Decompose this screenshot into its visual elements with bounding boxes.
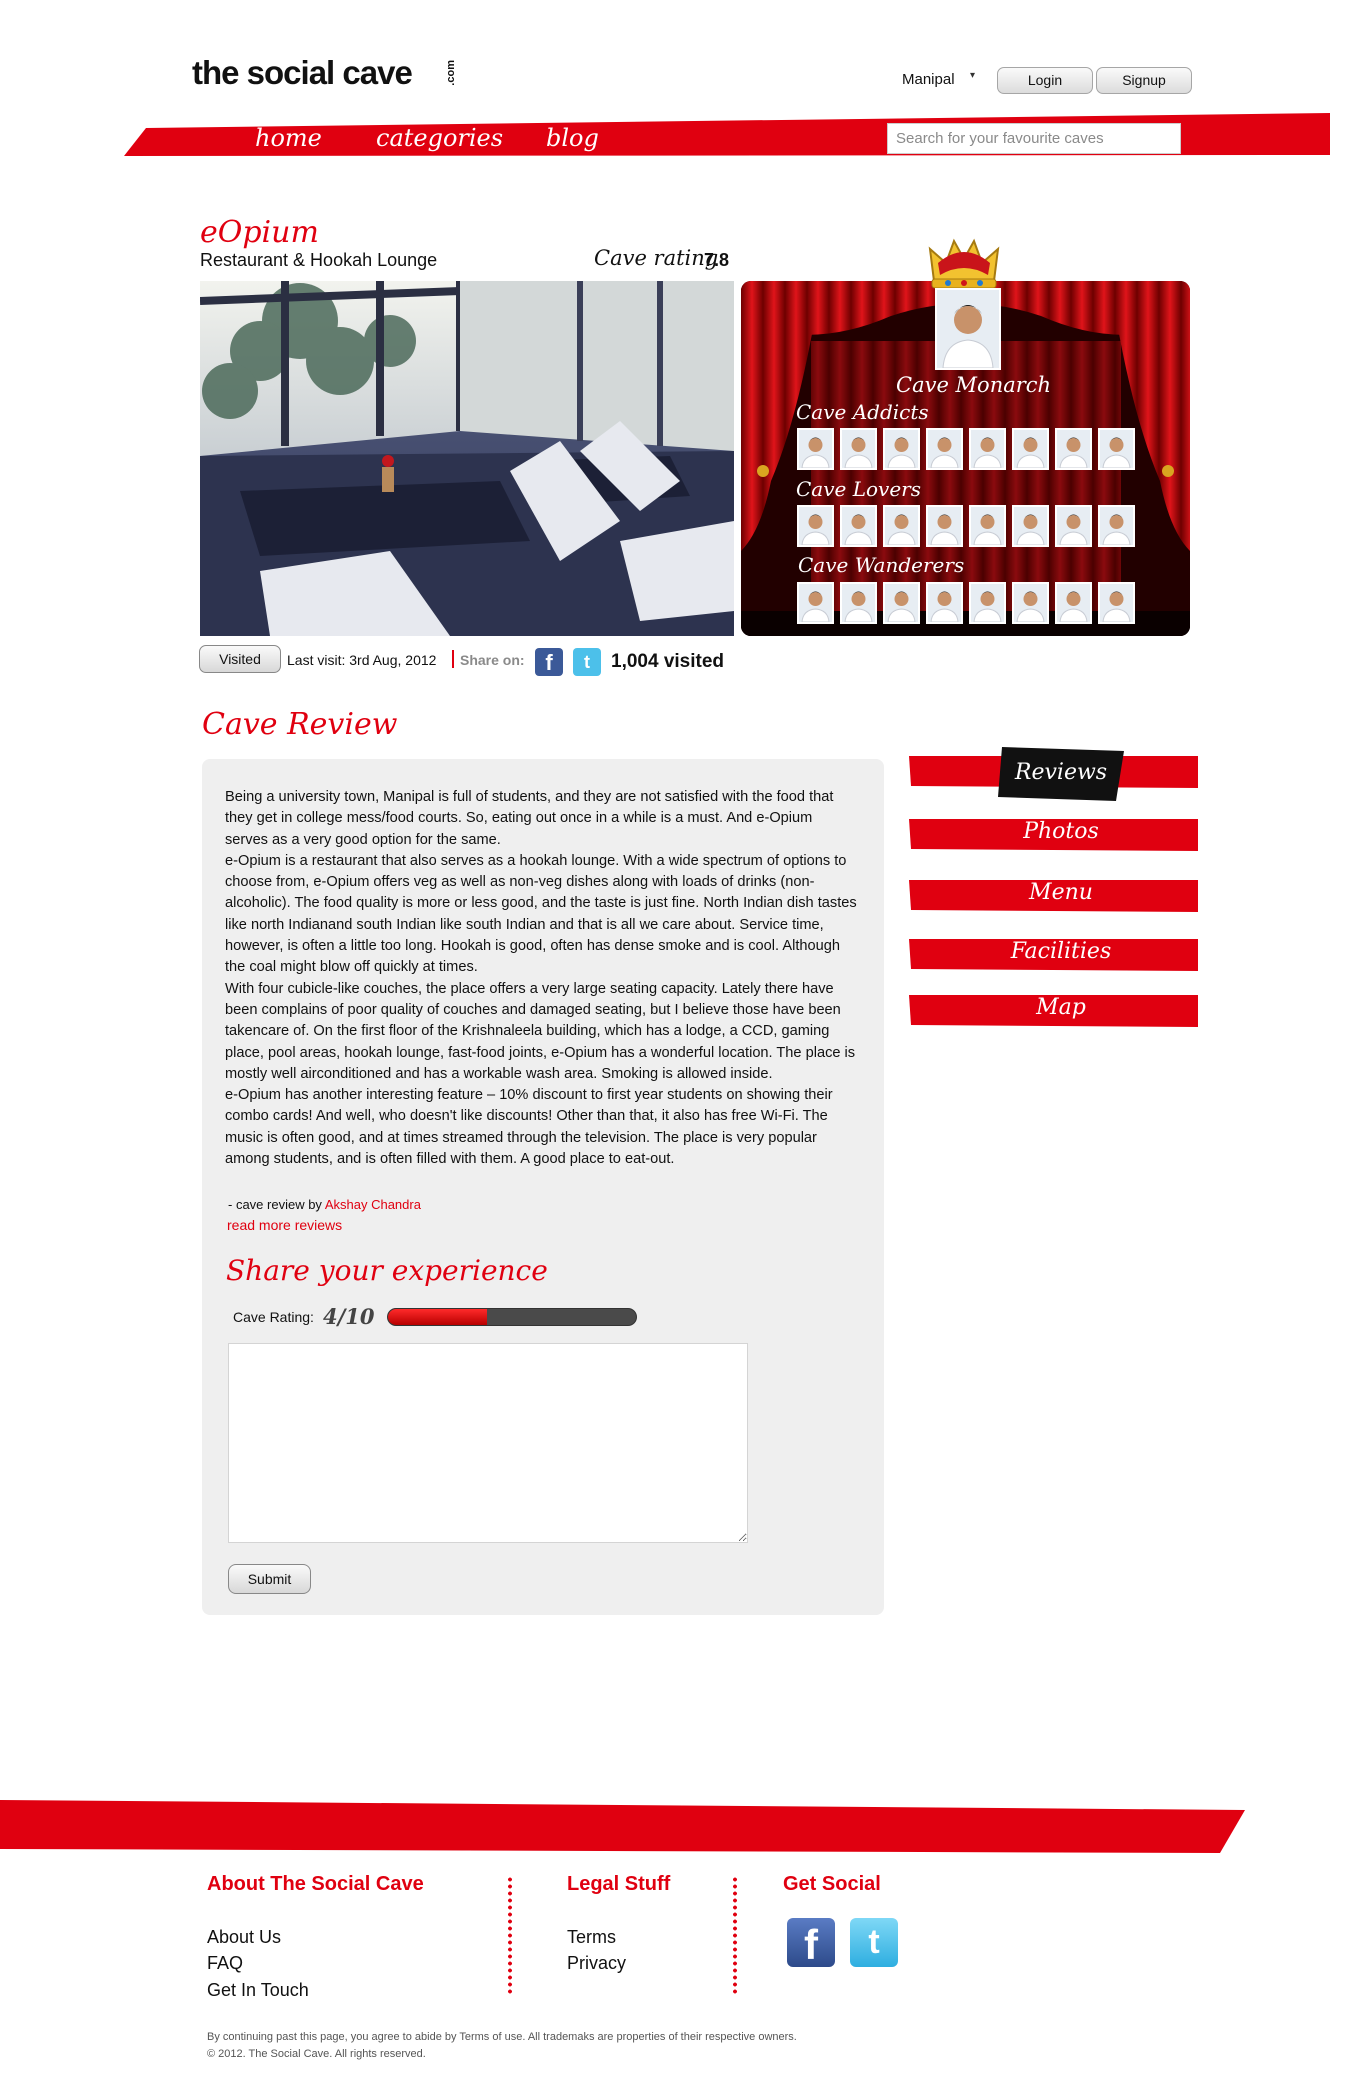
cave-wanderers-avatars (797, 582, 1137, 624)
cave-lovers-avatars (797, 505, 1137, 547)
twitter-share-icon[interactable]: t (573, 648, 601, 676)
tab-map[interactable]: Map (909, 995, 1213, 1020)
restaurant-interior-image (200, 281, 734, 636)
review-paragraph: With four cubicle-like couches, the plac… (225, 980, 856, 1082)
tab-facilities[interactable]: Facilities (909, 939, 1213, 964)
crown-icon (928, 238, 1000, 289)
member-avatar[interactable] (926, 428, 963, 470)
site-logo[interactable]: the social cave (192, 54, 413, 92)
cave-type: Restaurant & Hookah Lounge (200, 250, 438, 270)
member-avatar[interactable] (797, 582, 834, 624)
member-avatar[interactable] (1055, 505, 1092, 547)
last-visit-text: Last visit: 3rd Aug, 2012 (287, 652, 437, 668)
share-experience-heading: Share your experience (226, 1254, 548, 1287)
member-avatar[interactable] (1098, 428, 1135, 470)
member-avatar[interactable] (926, 505, 963, 547)
footer-social-heading: Get Social (783, 1873, 881, 1895)
review-body: Being a university town, Manipal is full… (225, 787, 859, 1170)
member-avatar[interactable] (1098, 582, 1135, 624)
member-avatar[interactable] (1055, 428, 1092, 470)
visited-count: 1,004 visited (611, 651, 725, 672)
tab-photos[interactable]: Photos (909, 819, 1213, 844)
member-avatar[interactable] (969, 428, 1006, 470)
review-paragraph: Being a university town, Manipal is full… (225, 789, 834, 848)
review-attribution: - cave review by Akshay Chandra (228, 1197, 421, 1212)
monarch-avatar[interactable] (935, 288, 1001, 370)
caret-down-icon[interactable]: ▾ (970, 70, 975, 81)
member-avatar[interactable] (1055, 582, 1092, 624)
footer-divider (733, 1876, 737, 1994)
nav-blog-link[interactable]: blog (546, 124, 599, 152)
cave-monarch-label: Cave Monarch (896, 373, 1052, 397)
member-avatar[interactable] (840, 582, 877, 624)
cave-rating-slider-fill (388, 1309, 488, 1325)
read-more-reviews-link[interactable]: read more reviews (227, 1217, 342, 1233)
cave-rating-input-value: 4/10 (323, 1304, 375, 1329)
cave-lovers-label: Cave Lovers (796, 477, 921, 501)
footer-about-heading: About The Social Cave (207, 1873, 424, 1895)
member-avatar[interactable] (969, 505, 1006, 547)
city-selector[interactable]: Manipal (902, 71, 955, 88)
member-avatar[interactable] (883, 582, 920, 624)
search-input[interactable] (887, 123, 1181, 154)
cave-addicts-label: Cave Addicts (796, 400, 929, 424)
footer-get-in-touch-link[interactable]: Get In Touch (207, 1980, 309, 2001)
footer-privacy-link[interactable]: Privacy (567, 1953, 626, 1974)
footer-legal-note: By continuing past this page, you agree … (207, 2031, 797, 2043)
footer-twitter-icon[interactable]: t (850, 1918, 898, 1967)
member-avatar[interactable] (1098, 505, 1135, 547)
review-textarea[interactable] (228, 1343, 748, 1543)
cave-rating-slider[interactable] (387, 1308, 637, 1326)
footer-copyright: © 2012. The Social Cave. All rights rese… (207, 2048, 426, 2060)
member-avatar[interactable] (969, 582, 1006, 624)
submit-button[interactable]: Submit (228, 1564, 311, 1594)
signup-button[interactable]: Signup (1096, 67, 1192, 94)
review-by-prefix: - cave review by (228, 1197, 322, 1212)
cave-name: eOpium (200, 215, 319, 250)
member-avatar[interactable] (840, 428, 877, 470)
cave-wanderers-label: Cave Wanderers (798, 553, 965, 577)
footer-facebook-icon[interactable]: f (787, 1918, 835, 1968)
tab-reviews[interactable]: Reviews (998, 747, 1124, 801)
footer-faq-link[interactable]: FAQ (207, 1953, 243, 1974)
cave-addicts-avatars (797, 428, 1137, 470)
review-paragraph: e-Opium has another interesting feature … (225, 1087, 833, 1168)
review-paragraph: e-Opium is a restaurant that also serves… (225, 852, 857, 976)
footer-legal-heading: Legal Stuff (567, 1873, 671, 1895)
login-button[interactable]: Login (997, 67, 1093, 94)
cave-photo[interactable] (200, 281, 734, 636)
reviewer-link[interactable]: Akshay Chandra (325, 1197, 421, 1212)
footer-terms-link[interactable]: Terms (567, 1927, 616, 1948)
member-avatar[interactable] (797, 505, 834, 547)
site-logo-suffix: .com (445, 60, 457, 86)
member-avatar[interactable] (926, 582, 963, 624)
footer-band (0, 1800, 1245, 1853)
member-avatar[interactable] (1012, 582, 1049, 624)
visited-button[interactable]: Visited (199, 645, 281, 673)
cave-rating-input-label: Cave Rating: (233, 1309, 314, 1325)
member-avatar[interactable] (1012, 505, 1049, 547)
member-avatar[interactable] (883, 428, 920, 470)
member-avatar[interactable] (797, 428, 834, 470)
divider (452, 650, 454, 668)
member-avatar[interactable] (883, 505, 920, 547)
member-avatar[interactable] (1012, 428, 1049, 470)
nav-home-link[interactable]: home (255, 124, 322, 152)
cave-rating-label: Cave rating (594, 246, 719, 270)
facebook-share-icon[interactable]: f (535, 648, 563, 676)
tab-menu[interactable]: Menu (909, 880, 1213, 905)
cave-rating-value: 7.8 (704, 250, 730, 270)
footer-divider (508, 1876, 512, 1994)
member-avatar[interactable] (840, 505, 877, 547)
cave-review-heading: Cave Review (202, 707, 398, 742)
footer-about-us-link[interactable]: About Us (207, 1927, 281, 1948)
nav-categories-link[interactable]: categories (376, 124, 503, 152)
share-on-label: Share on: (460, 652, 525, 668)
